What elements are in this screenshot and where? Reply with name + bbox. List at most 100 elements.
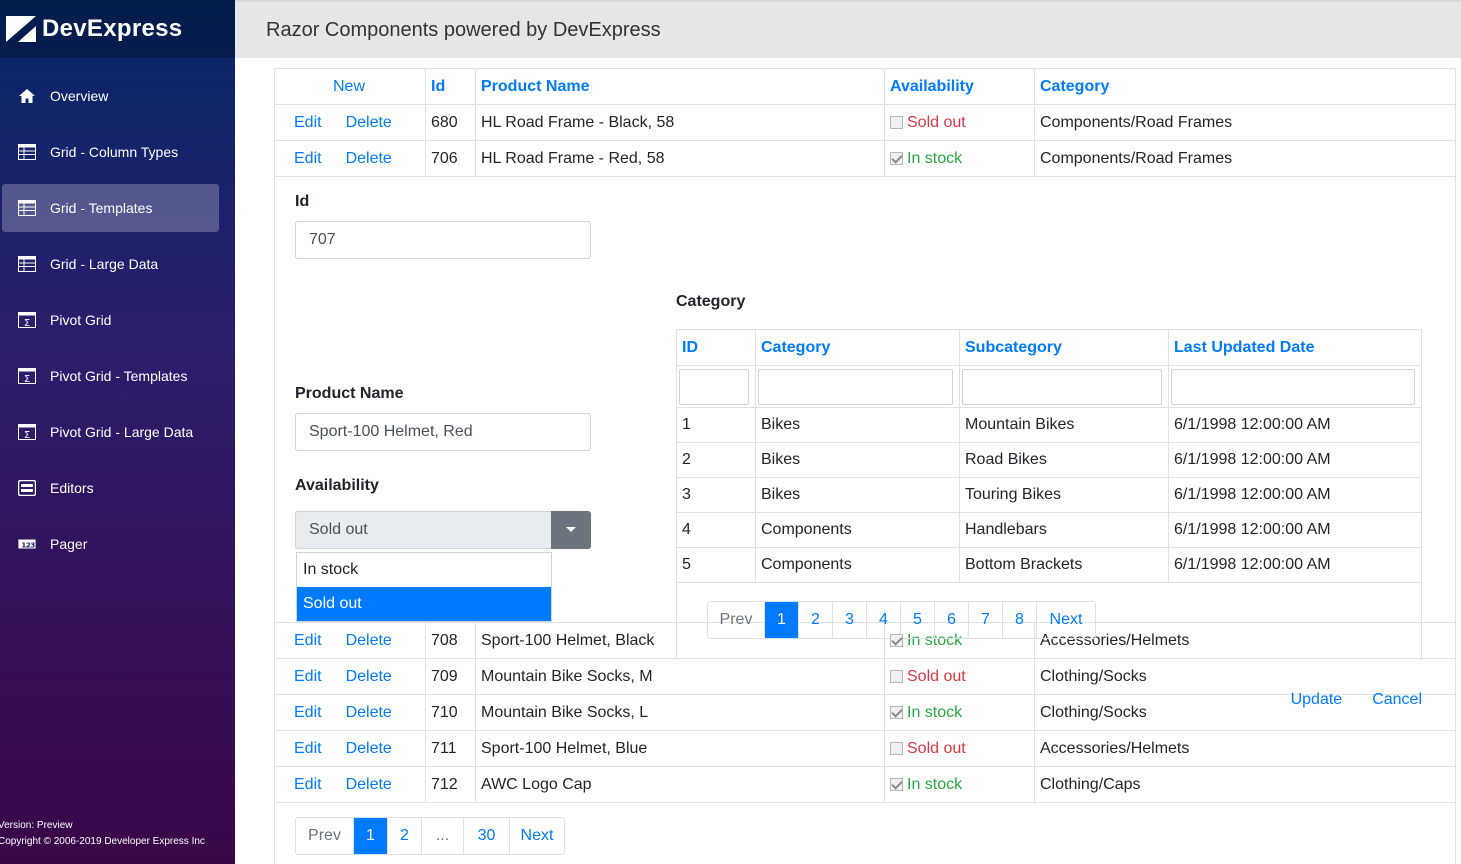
command-cell: Edit Delete bbox=[275, 659, 426, 694]
column-header-subcategory[interactable]: Subcategory bbox=[960, 330, 1169, 365]
sidebar-item-grid-large-data[interactable]: Grid - Large Data bbox=[2, 240, 219, 288]
grid-icon bbox=[18, 256, 36, 272]
edit-button[interactable]: Edit bbox=[294, 668, 322, 686]
pager-next[interactable]: Next bbox=[510, 818, 564, 854]
delete-button[interactable]: Delete bbox=[346, 776, 392, 794]
pager-page-2[interactable]: 2 bbox=[388, 818, 422, 854]
delete-button[interactable]: Delete bbox=[346, 632, 392, 650]
table-row[interactable]: 5 Components Bottom Brackets 6/1/1998 12… bbox=[677, 548, 1421, 583]
column-header-product-name[interactable]: Product Name bbox=[476, 69, 885, 104]
checkbox-icon bbox=[890, 116, 903, 129]
filter-input-id[interactable] bbox=[679, 368, 749, 405]
checkbox-checked-icon bbox=[890, 634, 903, 647]
grid-icon bbox=[18, 200, 36, 216]
dropdown-toggle-button[interactable] bbox=[551, 511, 591, 549]
home-icon bbox=[18, 88, 36, 104]
table-row[interactable]: 3 Bikes Touring Bikes 6/1/1998 12:00:00 … bbox=[677, 478, 1421, 513]
pager-page-5[interactable]: 5 bbox=[901, 602, 935, 638]
new-button[interactable]: New bbox=[333, 78, 365, 96]
product-name-input[interactable]: Sport-100 Helmet, Red bbox=[295, 413, 591, 451]
availability-select[interactable]: Sold out bbox=[295, 511, 591, 549]
cell-category: Bikes bbox=[756, 478, 960, 512]
edit-button[interactable]: Edit bbox=[294, 632, 322, 650]
delete-button[interactable]: Delete bbox=[346, 704, 392, 722]
devexpress-logo[interactable]: DevExpress bbox=[0, 0, 235, 58]
pager-page-6[interactable]: 6 bbox=[935, 602, 969, 638]
pager-next[interactable]: Next bbox=[1037, 602, 1095, 638]
edit-button[interactable]: Edit bbox=[294, 114, 322, 132]
pager-page-8[interactable]: 8 bbox=[1003, 602, 1037, 638]
cell-category: Components bbox=[756, 548, 960, 582]
filter-cell bbox=[960, 366, 1169, 407]
edit-button[interactable]: Edit bbox=[294, 150, 322, 168]
sidebar-item-grid-column-types[interactable]: Grid - Column Types bbox=[2, 128, 219, 176]
pager-page-3[interactable]: 3 bbox=[833, 602, 867, 638]
svg-text:Σ: Σ bbox=[24, 430, 30, 440]
option-in-stock[interactable]: In stock bbox=[297, 553, 551, 587]
option-sold-out[interactable]: Sold out bbox=[297, 587, 551, 621]
sidebar-item-label: Grid - Large Data bbox=[50, 256, 159, 272]
sidebar-item-label: Editors bbox=[50, 480, 94, 496]
sidebar: DevExpress Overview Grid - Column Types … bbox=[0, 0, 235, 864]
table-row: Edit Delete 712 AWC Logo Cap In stock Cl… bbox=[275, 767, 1455, 803]
table-row[interactable]: 2 Bikes Road Bikes 6/1/1998 12:00:00 AM bbox=[677, 443, 1421, 478]
copyright-text: Copyright © 2006-2019 Developer Express … bbox=[0, 836, 205, 847]
column-header-last-updated-date[interactable]: Last Updated Date bbox=[1169, 330, 1421, 365]
filter-input-category[interactable] bbox=[758, 368, 953, 405]
sidebar-item-label: Pivot Grid bbox=[50, 312, 112, 328]
update-button[interactable]: Update bbox=[1291, 691, 1343, 709]
sidebar-item-pivot-grid[interactable]: Σ Pivot Grid bbox=[2, 296, 219, 344]
edit-form: Id 707 Product Name Sport-100 Helmet, Re… bbox=[275, 177, 1455, 708]
cell-date: 6/1/1998 12:00:00 AM bbox=[1174, 521, 1331, 538]
sidebar-item-pivot-grid-large-data[interactable]: Σ Pivot Grid - Large Data bbox=[2, 408, 219, 456]
sidebar-item-overview[interactable]: Overview bbox=[2, 72, 219, 120]
filter-input-date[interactable] bbox=[1171, 368, 1415, 405]
delete-button[interactable]: Delete bbox=[346, 150, 392, 168]
table-row[interactable]: 1 Bikes Mountain Bikes 6/1/1998 12:00:00… bbox=[677, 408, 1421, 443]
sidebar-item-label: Grid - Column Types bbox=[50, 144, 179, 160]
command-cell: Edit Delete bbox=[275, 731, 426, 766]
availability-label: Availability bbox=[295, 477, 379, 494]
cell-category: Components/Road Frames bbox=[1040, 149, 1233, 167]
edit-button[interactable]: Edit bbox=[294, 776, 322, 794]
sidebar-item-grid-templates[interactable]: Grid - Templates bbox=[2, 184, 219, 232]
pager-prev[interactable]: Prev bbox=[708, 602, 765, 638]
column-header-id[interactable]: Id bbox=[426, 69, 476, 104]
cell-date: 6/1/1998 12:00:00 AM bbox=[1174, 416, 1331, 433]
page-header: Razor Components powered by DevExpress bbox=[235, 0, 1461, 58]
pager-page-2[interactable]: 2 bbox=[799, 602, 833, 638]
availability-text: Sold out bbox=[907, 667, 966, 685]
sidebar-item-pivot-grid-templates[interactable]: Σ Pivot Grid - Templates bbox=[2, 352, 219, 400]
table-row[interactable]: 4 Components Handlebars 6/1/1998 12:00:0… bbox=[677, 513, 1421, 548]
cell-product-name: Sport-100 Helmet, Blue bbox=[476, 731, 885, 766]
id-input[interactable]: 707 bbox=[295, 221, 591, 259]
column-header-category[interactable]: Category bbox=[756, 330, 960, 365]
column-header-id[interactable]: ID bbox=[677, 330, 756, 365]
delete-button[interactable]: Delete bbox=[346, 114, 392, 132]
grid-pager: Prev 1 2 ... 30 Next bbox=[295, 817, 565, 855]
edit-button[interactable]: Edit bbox=[294, 740, 322, 758]
devexpress-logo-icon bbox=[6, 16, 36, 42]
pager-prev[interactable]: Prev bbox=[296, 818, 354, 854]
sidebar-item-pager[interactable]: 123 Pager bbox=[2, 520, 219, 568]
editors-icon bbox=[18, 480, 36, 496]
delete-button[interactable]: Delete bbox=[346, 740, 392, 758]
edit-button[interactable]: Edit bbox=[294, 704, 322, 722]
sidebar-item-label: Pager bbox=[50, 536, 88, 552]
availability-text: In stock bbox=[907, 775, 963, 793]
pager-page-30[interactable]: 30 bbox=[464, 818, 510, 854]
pager-page-7[interactable]: 7 bbox=[969, 602, 1003, 638]
cancel-button[interactable]: Cancel bbox=[1372, 691, 1422, 709]
sidebar-item-editors[interactable]: Editors bbox=[2, 464, 219, 512]
filter-input-subcategory[interactable] bbox=[962, 368, 1162, 405]
delete-button[interactable]: Delete bbox=[346, 668, 392, 686]
pager-page-1[interactable]: 1 bbox=[354, 818, 388, 854]
pager-page-1[interactable]: 1 bbox=[765, 602, 799, 638]
pager-page-4[interactable]: 4 bbox=[867, 602, 901, 638]
cell-id: 680 bbox=[426, 105, 476, 140]
pager-ellipsis: ... bbox=[422, 818, 464, 854]
cell-availability: In stock bbox=[885, 767, 1035, 802]
column-header-category[interactable]: Category bbox=[1035, 69, 1455, 104]
table-row: Edit Delete 710 Mountain Bike Socks, L I… bbox=[275, 695, 1455, 731]
column-header-availability[interactable]: Availability bbox=[885, 69, 1035, 104]
